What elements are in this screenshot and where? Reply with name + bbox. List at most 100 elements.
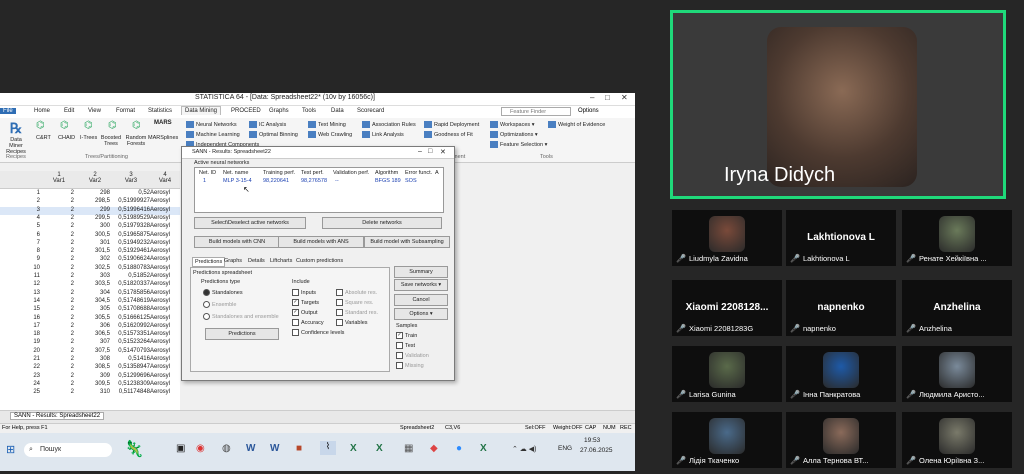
table-cell[interactable]: 308 (80, 356, 110, 362)
table-cell[interactable]: 298 (80, 190, 110, 196)
table-cell[interactable]: 2 (44, 323, 74, 329)
table-cell[interactable]: 2 (44, 248, 74, 254)
table-cell[interactable]: Aerosyl (150, 240, 180, 246)
check-train[interactable]: ✓ Train (396, 332, 417, 339)
table-cell[interactable]: 0,51666125 (110, 315, 150, 321)
table-cell[interactable]: 2 (44, 256, 74, 262)
row-header[interactable]: 6 (0, 232, 40, 238)
table-cell[interactable]: 2 (44, 306, 74, 312)
tab-data-mining[interactable]: Data Mining (181, 106, 222, 115)
web-crawling-button[interactable]: Web Crawling (308, 131, 352, 138)
table-cell[interactable]: 299 (80, 207, 110, 213)
row-header[interactable]: 1 (0, 190, 40, 196)
table-row[interactable]: 8 2 301,5 0,51929461 Aerosyl (0, 248, 180, 256)
table-cell[interactable]: 0,51989529 (110, 215, 150, 221)
table-cell[interactable]: 0,51906624 (110, 256, 150, 262)
table-row[interactable]: 6 2 300,5 0,51965875 Aerosyl (0, 232, 180, 240)
word-icon-2[interactable]: W (270, 443, 279, 454)
tab-liftcharts[interactable]: Liftcharts (270, 258, 292, 264)
participant-tile[interactable]: 🎤 Лідія Ткаченко (672, 412, 782, 468)
table-cell[interactable]: Aerosyl (150, 265, 180, 271)
participant-tile[interactable]: 🎤 Larisa Gunina (672, 346, 782, 402)
table-cell[interactable]: Aerosyl (150, 190, 180, 196)
cancel-button[interactable]: Cancel (394, 294, 448, 306)
table-cell[interactable]: 0,51299696 (110, 373, 150, 379)
row-header[interactable]: 19 (0, 339, 40, 345)
tab-scorecard[interactable]: Scorecard (357, 108, 384, 114)
table-cell[interactable]: Aerosyl (150, 381, 180, 387)
table-cell[interactable]: 2 (44, 381, 74, 387)
tab-proceed[interactable]: PROCEED (231, 108, 261, 114)
pdf-icon[interactable]: ◆ (430, 443, 438, 454)
table-cell[interactable]: Aerosyl (150, 207, 180, 213)
table-cell[interactable]: 0,51238309 (110, 381, 150, 387)
table-row[interactable]: 19 2 307 0,51523264 Aerosyl (0, 339, 180, 347)
column-header-var4[interactable]: 4 Var4 (150, 172, 180, 184)
build-ans-button[interactable]: Build models with ANS (278, 236, 364, 248)
table-cell[interactable]: Aerosyl (150, 290, 180, 296)
check-output[interactable]: ✓ Output (292, 309, 318, 316)
table-cell[interactable]: 0,51174848 (110, 389, 150, 395)
table-cell[interactable]: 2 (44, 190, 74, 196)
participant-tile[interactable]: 🎤 Алла Тернова ВТ... (786, 412, 896, 468)
clock-time[interactable]: 19:53 (584, 437, 600, 444)
table-cell[interactable]: Aerosyl (150, 248, 180, 254)
doc-tab-sann[interactable]: SANN - Results: Spreadsheet22 (10, 412, 105, 420)
app-icon[interactable]: ◍ (222, 443, 231, 454)
participant-tile[interactable]: Anzhelina 🎤 Anzhelina (902, 280, 1012, 336)
table-cell[interactable]: 0,51852 (110, 273, 150, 279)
spreadsheet[interactable]: 1 Var1 2 Var2 3 Var3 4 Var4 1 2 298 0,52 Aerosyl… (0, 171, 180, 421)
table-cell[interactable]: 2 (44, 273, 74, 279)
link-analysis-button[interactable]: Link Analysis (362, 131, 404, 138)
table-cell[interactable]: 302,5 (80, 265, 110, 271)
table-cell[interactable]: Aerosyl (150, 373, 180, 379)
table-cell[interactable]: 301 (80, 240, 110, 246)
check-inputs[interactable]: Inputs (292, 289, 316, 296)
check-test[interactable]: Test (396, 342, 415, 349)
build-subsampling-button[interactable]: Build model with Subsampling (364, 236, 450, 248)
association-rules-button[interactable]: Association Rules (362, 121, 416, 128)
dialog-minimize-icon[interactable]: – (418, 148, 422, 155)
table-cell[interactable]: Aerosyl (150, 198, 180, 204)
app-icon-2[interactable]: ▦ (404, 443, 413, 454)
participant-tile[interactable]: 🎤 Liudmyla Zavidna (672, 210, 782, 266)
table-cell[interactable]: 300,5 (80, 232, 110, 238)
excel-icon[interactable]: X (350, 443, 357, 454)
build-cnn-button[interactable]: Build models with CNN (194, 236, 280, 248)
row-header[interactable]: 15 (0, 306, 40, 312)
tab-format[interactable]: Format (116, 108, 135, 114)
language-indicator[interactable]: ENG (558, 445, 572, 452)
word-icon[interactable]: W (246, 443, 255, 454)
table-cell[interactable]: 309 (80, 373, 110, 379)
tab-file[interactable]: File (0, 108, 16, 114)
table-cell[interactable]: 2 (44, 215, 74, 221)
table-cell[interactable]: 306,5 (80, 331, 110, 337)
table-cell[interactable]: Aerosyl (150, 348, 180, 354)
row-header[interactable]: 16 (0, 315, 40, 321)
row-header[interactable]: 18 (0, 331, 40, 337)
minimize-icon[interactable]: – (590, 93, 594, 102)
row-header[interactable]: 23 (0, 373, 40, 379)
table-cell[interactable]: Aerosyl (150, 323, 180, 329)
table-cell[interactable]: 0,51999927 (110, 198, 150, 204)
table-cell[interactable]: 310 (80, 389, 110, 395)
radio-ensemble[interactable]: Ensemble (203, 301, 236, 308)
table-cell[interactable]: 306 (80, 323, 110, 329)
participant-tile[interactable]: napnenko 🎤 napnenko (786, 280, 896, 336)
table-cell[interactable]: 303 (80, 273, 110, 279)
table-cell[interactable]: 2 (44, 373, 74, 379)
select-deselect-button[interactable]: Select\Deselect active networks (194, 217, 306, 229)
table-cell[interactable]: Aerosyl (150, 364, 180, 370)
feature-finder-input[interactable]: Feature Finder (501, 107, 571, 116)
table-cell[interactable]: 304 (80, 290, 110, 296)
tab-edit[interactable]: Edit (64, 108, 74, 114)
options-menu[interactable]: Options (578, 108, 599, 114)
participant-tile[interactable]: 🎤 Інна Панкратова (786, 346, 896, 402)
table-cell[interactable]: 2 (44, 315, 74, 321)
table-row[interactable]: 1 2 298 0,52 Aerosyl (0, 190, 180, 198)
participant-tile[interactable]: Xiaomi 2208128... 🎤 Xiaomi 22081283G (672, 280, 782, 336)
delete-networks-button[interactable]: Delete networks (322, 217, 442, 229)
weight-of-evidence-button[interactable]: Weight of Evidence (548, 121, 605, 128)
table-cell[interactable]: 2 (44, 232, 74, 238)
table-row[interactable]: 18 2 306,5 0,51573351 Aerosyl (0, 331, 180, 339)
